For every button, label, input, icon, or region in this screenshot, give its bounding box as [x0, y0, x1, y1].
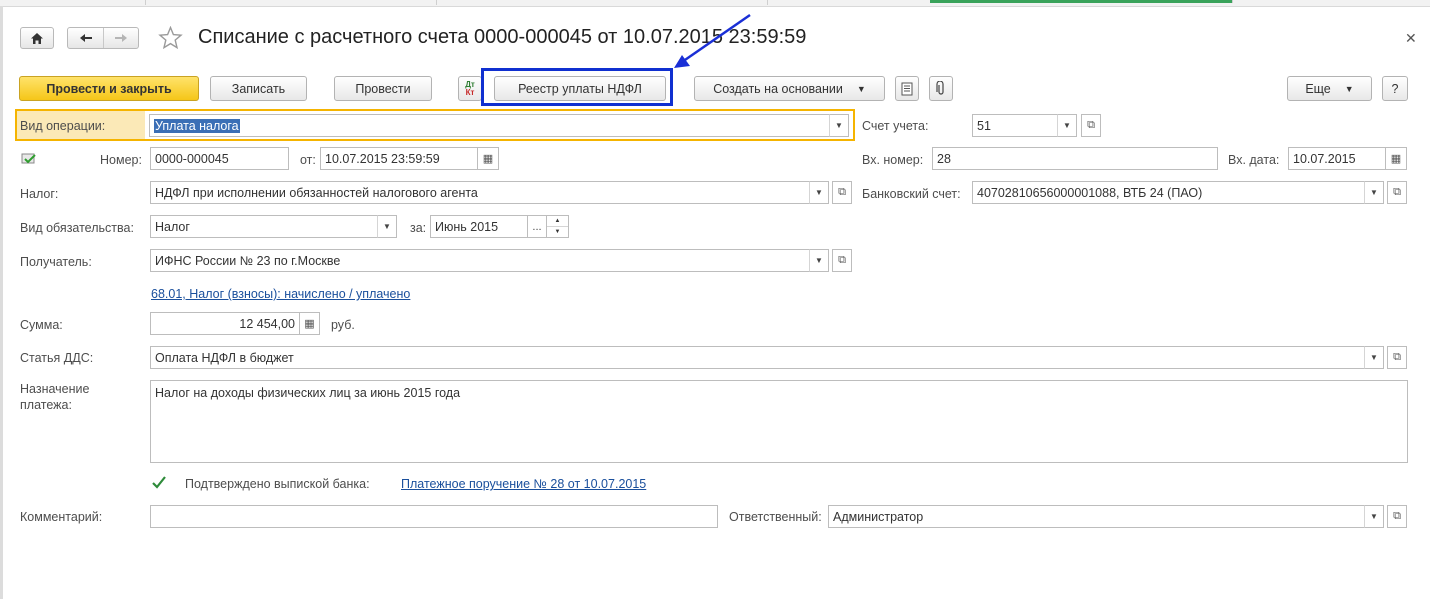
back-button[interactable]	[68, 28, 105, 48]
account-dropdown[interactable]: ▼	[1057, 114, 1077, 137]
checkmark-icon	[152, 476, 166, 489]
responsible-dropdown[interactable]: ▼	[1364, 505, 1384, 528]
obligation-dropdown[interactable]: ▼	[377, 215, 397, 238]
comment-label: Комментарий:	[20, 510, 103, 524]
cash-flow-dropdown[interactable]: ▼	[1364, 346, 1384, 369]
obligation-label: Вид обязательства:	[20, 221, 134, 235]
responsible-label: Ответственный:	[729, 510, 822, 524]
favorite-star-icon[interactable]	[158, 25, 183, 53]
cash-flow-label: Статья ДДС:	[20, 351, 94, 365]
tax-open-button[interactable]: ⧉	[832, 181, 852, 204]
recipient-open-button[interactable]: ⧉	[832, 249, 852, 272]
arrow-left-icon	[79, 34, 92, 42]
calendar-icon[interactable]: ▦	[477, 147, 499, 170]
dt-kt-button[interactable]: Дт Кт	[458, 76, 482, 101]
tax-label: Налог:	[20, 187, 59, 201]
date-label: от:	[300, 153, 316, 167]
operation-type-dropdown[interactable]: ▼	[829, 114, 849, 137]
kt-icon-label: Кт	[465, 87, 475, 97]
active-tab-indicator	[930, 0, 1233, 3]
more-label: Еще	[1305, 81, 1331, 96]
left-panel-edge	[0, 6, 3, 599]
print-document-button[interactable]	[895, 76, 919, 101]
document-icon	[901, 82, 913, 95]
calendar-icon[interactable]: ▦	[1385, 147, 1407, 170]
account-open-button[interactable]: ⧉	[1081, 114, 1101, 137]
period-select-button[interactable]: ...	[527, 215, 547, 238]
currency-label: руб.	[331, 318, 355, 332]
calculator-icon[interactable]: ▦	[299, 312, 320, 335]
recipient-dropdown[interactable]: ▼	[809, 249, 829, 272]
confirmed-checkbox[interactable]	[151, 475, 166, 490]
bank-account-open-button[interactable]: ⧉	[1387, 181, 1407, 204]
bank-account-input[interactable]: 40702810656000001088, ВТБ 24 (ПАО)	[972, 181, 1365, 204]
tab-segment	[146, 0, 437, 5]
operation-type-input[interactable]: Уплата налога	[149, 114, 830, 137]
amount-input[interactable]: 12 454,00	[150, 312, 300, 335]
account-input[interactable]: 51	[972, 114, 1058, 137]
annotation-arrow-icon	[674, 13, 751, 68]
help-button[interactable]: ?	[1382, 76, 1408, 101]
obligation-input[interactable]: Налог	[150, 215, 378, 238]
forward-button[interactable]	[104, 28, 138, 48]
tab-segment	[437, 0, 768, 5]
period-label: за:	[410, 221, 427, 235]
amount-label: Сумма:	[20, 318, 63, 332]
tab-segment	[0, 0, 146, 5]
top-tab-strip	[0, 0, 1430, 7]
cash-flow-input[interactable]: Оплата НДФЛ в бюджет	[150, 346, 1365, 369]
create-based-on-label: Создать на основании	[713, 81, 843, 96]
create-based-on-button[interactable]: Создать на основании ▼	[694, 76, 885, 101]
tax-input[interactable]: НДФЛ при исполнении обязанностей налогов…	[150, 181, 810, 204]
number-label: Номер:	[100, 153, 142, 167]
payment-order-link[interactable]: Платежное поручение № 28 от 10.07.2015	[401, 477, 646, 491]
in-date-input[interactable]: 10.07.2015	[1288, 147, 1386, 170]
post-and-close-button[interactable]: Провести и закрыть	[19, 76, 199, 101]
spin-down-icon[interactable]: ▼	[547, 227, 568, 237]
close-icon[interactable]: ✕	[1405, 30, 1417, 47]
cash-flow-open-button[interactable]: ⧉	[1387, 346, 1407, 369]
operation-type-value: Уплата налога	[154, 118, 240, 133]
arrow-right-icon	[115, 34, 128, 42]
account-label: Счет учета:	[862, 119, 929, 133]
purpose-label-line1: Назначение	[20, 382, 90, 396]
bank-account-dropdown[interactable]: ▼	[1364, 181, 1384, 204]
recipient-input[interactable]: ИФНС России № 23 по г.Москве	[150, 249, 810, 272]
date-input[interactable]: 10.07.2015 23:59:59	[320, 147, 478, 170]
purpose-textarea[interactable]: Налог на доходы физических лиц за июнь 2…	[150, 380, 1408, 463]
tax-accrual-link[interactable]: 68.01, Налог (взносы): начислено / уплач…	[151, 287, 410, 301]
recipient-label: Получатель:	[20, 255, 92, 269]
in-number-input[interactable]: 28	[932, 147, 1218, 170]
operation-type-label: Вид операции:	[20, 119, 106, 133]
posted-status-icon	[21, 153, 37, 168]
save-button[interactable]: Записать	[210, 76, 307, 101]
in-date-label: Вх. дата:	[1228, 153, 1280, 167]
bank-account-label: Банковский счет:	[862, 187, 961, 201]
purpose-label-line2: платежа:	[20, 398, 72, 412]
confirmed-label: Подтверждено выпиской банка:	[185, 477, 370, 491]
responsible-input[interactable]: Администратор	[828, 505, 1365, 528]
more-button[interactable]: Еще ▼	[1287, 76, 1372, 101]
period-input[interactable]: Июнь 2015	[430, 215, 528, 238]
number-input[interactable]: 0000-000045	[150, 147, 289, 170]
in-number-label: Вх. номер:	[862, 153, 924, 167]
triangle-down-icon: ▼	[1344, 83, 1354, 94]
triangle-down-icon: ▼	[856, 83, 866, 94]
tax-dropdown[interactable]: ▼	[809, 181, 829, 204]
home-button[interactable]	[20, 27, 54, 49]
paperclip-icon	[936, 81, 944, 95]
post-button[interactable]: Провести	[334, 76, 432, 101]
responsible-open-button[interactable]: ⧉	[1387, 505, 1407, 528]
ndfl-payment-registry-button[interactable]: Реестр уплаты НДФЛ	[494, 76, 666, 101]
attach-files-button[interactable]	[929, 76, 953, 101]
history-nav	[67, 27, 139, 49]
comment-input[interactable]	[150, 505, 718, 528]
home-icon	[31, 32, 43, 44]
period-spinner[interactable]: ▲ ▼	[546, 215, 569, 238]
spin-up-icon[interactable]: ▲	[547, 216, 568, 227]
